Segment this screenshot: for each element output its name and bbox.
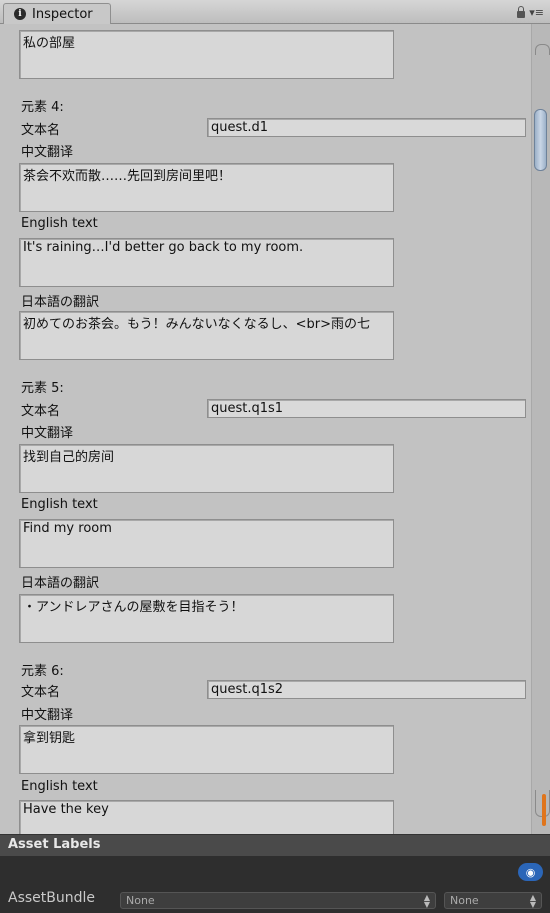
zh-label: 中文翻译: [21, 426, 74, 441]
variant-value: None: [450, 894, 479, 907]
tab-tools: ▾≡: [517, 6, 544, 18]
zh-text-area[interactable]: 茶会不欢而散……先回到房间里吧！: [19, 163, 394, 212]
jp-label: 日本語の翻訳: [21, 295, 100, 310]
name-field[interactable]: quest.q1s1: [207, 399, 526, 418]
jp-text-area[interactable]: 初めてのお茶会。もう！みんないなくなるし、<br>雨の七: [19, 311, 394, 360]
asset-labels-header: Asset Labels: [0, 834, 550, 856]
zh-text-area[interactable]: 拿到钥匙: [19, 725, 394, 774]
en-text-area[interactable]: It's raining…I'd better go back to my ro…: [19, 238, 394, 287]
tab-title: Inspector: [32, 6, 93, 22]
element-header: 元素 6:: [21, 664, 64, 679]
name-label: 文本名: [21, 404, 61, 419]
en-label: English text: [21, 497, 98, 512]
en-text-area[interactable]: Find my room: [19, 519, 394, 568]
jp-text-area[interactable]: 私の部屋: [19, 30, 394, 79]
jp-label: 日本語の翻訳: [21, 576, 100, 591]
name-label: 文本名: [21, 685, 61, 700]
tab-inspector[interactable]: i Inspector: [3, 3, 111, 24]
element-header: 元素 5:: [21, 381, 64, 396]
element-header: 元素 4:: [21, 100, 64, 115]
tag-icon[interactable]: ◉: [518, 863, 543, 881]
assetbundle-select[interactable]: None ▲ ▼: [120, 892, 436, 909]
name-field[interactable]: quest.d1: [207, 118, 526, 137]
assetbundle-label: AssetBundle: [8, 890, 96, 906]
en-text-area[interactable]: Have the key: [19, 800, 394, 834]
tab-bar: i Inspector ▾≡: [0, 0, 550, 24]
menu-icon[interactable]: ▾≡: [529, 7, 544, 18]
en-label: English text: [21, 779, 98, 794]
scroll-thumb[interactable]: [534, 109, 547, 171]
zh-label: 中文翻译: [21, 145, 74, 160]
scroll-up-cap[interactable]: [535, 44, 550, 55]
variant-select[interactable]: None ▲ ▼: [444, 892, 542, 909]
zh-label: 中文翻译: [21, 708, 74, 723]
name-field[interactable]: quest.q1s2: [207, 680, 526, 699]
vertical-scrollbar[interactable]: [531, 24, 550, 834]
assetbundle-value: None: [126, 894, 155, 907]
zh-text-area[interactable]: 找到自己的房间: [19, 444, 394, 493]
select-arrows-icon: ▲ ▼: [529, 893, 536, 909]
select-arrows-icon: ▲ ▼: [423, 893, 430, 909]
info-icon: i: [14, 8, 26, 20]
scroll-marker: [542, 794, 546, 826]
lock-icon[interactable]: [517, 6, 526, 18]
en-label: English text: [21, 216, 98, 231]
jp-text-area[interactable]: ・アンドレアさんの屋敷を目指そう！: [19, 594, 394, 643]
name-label: 文本名: [21, 123, 61, 138]
inspector-content: 私の部屋 元素 4: 文本名 quest.d1 中文翻译 茶会不欢而散……先回到…: [0, 24, 531, 834]
